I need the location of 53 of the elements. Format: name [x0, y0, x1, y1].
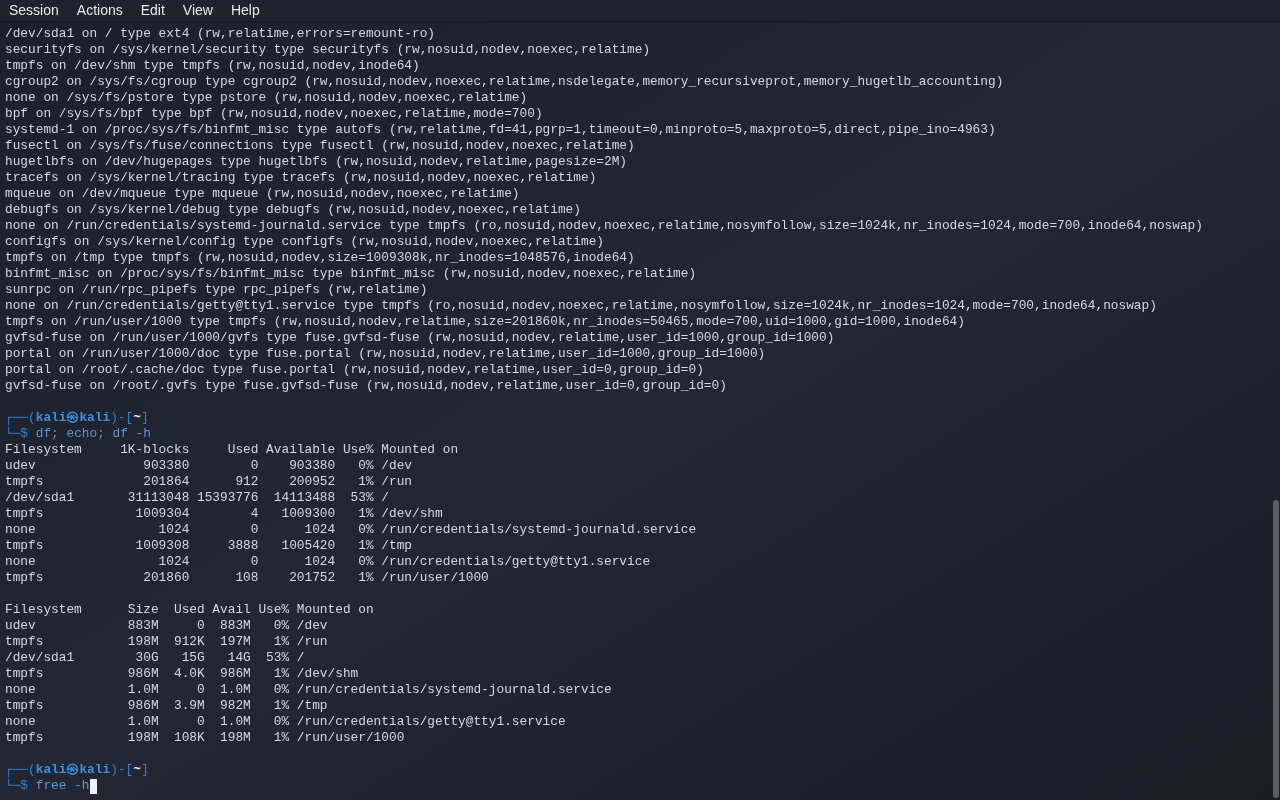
output-line: none 1024 0 1024 0% /run/credentials/getty@tty1.service	[5, 554, 651, 570]
output-line: none 1024 0 1024 0% /run/credentials/systemd-journald.service	[5, 522, 697, 538]
output-line: tmpfs 1009308 3888 1005420 1% /tmp	[5, 538, 412, 554]
output-line: sunrpc on /run/rpc_pipefs type rpc_pipefs (rw,relatime)	[5, 282, 428, 298]
command-input[interactable]: df; echo; df -h	[35, 426, 151, 442]
command-input[interactable]: free -h	[35, 778, 90, 794]
output-line: tmpfs 198M 108K 198M 1% /run/user/1000	[5, 730, 405, 746]
output-line: debugfs on /sys/kernel/debug type debugfs (rw,nosuid,nodev,noexec,relatime)	[5, 202, 581, 218]
output-line: tmpfs 198M 912K 197M 1% /run	[5, 634, 328, 650]
output-line: cgroup2 on /sys/fs/cgroup type cgroup2 (rw,nosuid,nodev,noexec,relatime,nsdelegate,memory_recursiveprot,memory_hugetlb_accounting)	[5, 74, 1004, 90]
output-line: tmpfs 986M 3.9M 982M 1% /tmp	[5, 698, 328, 714]
output-line: none on /sys/fs/pstore type pstore (rw,nosuid,nodev,noexec,relatime)	[5, 90, 528, 106]
output-line: bpf on /sys/fs/bpf type bpf (rw,nosuid,nodev,noexec,relatime,mode=700)	[5, 106, 543, 122]
output-line: gvfsd-fuse on /run/user/1000/gvfs type fuse.gvfsd-fuse (rw,nosuid,nodev,relatime,user_id=1000,group_id=1000)	[5, 330, 835, 346]
output-line: Filesystem 1K-blocks Used Available Use% Mounted on	[5, 442, 459, 458]
output-line: tmpfs on /tmp type tmpfs (rw,nosuid,nodev,size=1009308k,nr_inodes=1048576,inode64)	[5, 250, 635, 266]
prompt-line: ┌──(kali㉿kali)-[~]	[5, 410, 149, 426]
menu-item[interactable]: View	[182, 0, 213, 21]
output-line: tmpfs 201860 108 201752 1% /run/user/1000	[5, 570, 489, 586]
output-line: systemd-1 on /proc/sys/fs/binfmt_misc type autofs (rw,relatime,fd=41,pgrp=1,timeout=0,minproto=5,maxproto=5,direct,pipe_ino=4963)	[5, 122, 996, 138]
output-line: fusectl on /sys/fs/fuse/connections type fusectl (rw,nosuid,nodev,noexec,relatime)	[5, 138, 635, 154]
output-line: none 1.0M 0 1.0M 0% /run/credentials/getty@tty1.service	[5, 714, 566, 730]
output-line: portal on /root/.cache/doc type fuse.portal (rw,nosuid,nodev,relatime,user_id=0,group_id=0)	[5, 362, 704, 378]
output-line: tmpfs 986M 4.0K 986M 1% /dev/shm	[5, 666, 359, 682]
menu-item[interactable]: Session	[9, 0, 59, 21]
output-line: tmpfs 201864 912 200952 1% /run	[5, 474, 412, 490]
output-line: tmpfs 1009304 4 1009300 1% /dev/shm	[5, 506, 443, 522]
output-line: udev 883M 0 883M 0% /dev	[5, 618, 328, 634]
output-line: securityfs on /sys/kernel/security type securityfs (rw,nosuid,nodev,noexec,relatime)	[5, 42, 651, 58]
output-line: mqueue on /dev/mqueue type mqueue (rw,nosuid,nodev,noexec,relatime)	[5, 186, 520, 202]
scrollbar[interactable]	[1273, 500, 1279, 798]
output-line: tracefs on /sys/kernel/tracing type tracefs (rw,nosuid,nodev,noexec,relatime)	[5, 170, 597, 186]
output-line: udev 903380 0 903380 0% /dev	[5, 458, 412, 474]
output-line: none on /run/credentials/systemd-journald.service type tmpfs (ro,nosuid,nodev,noexec,relatime,nosymfollow,size=1024k,nr_inodes=1024,mode=700,inode64,noswap)	[5, 218, 1203, 234]
output-line: none 1.0M 0 1.0M 0% /run/credentials/systemd-journald.service	[5, 682, 612, 698]
output-line: hugetlbfs on /dev/hugepages type hugetlbfs (rw,nosuid,nodev,relatime,pagesize=2M)	[5, 154, 628, 170]
output-line: /dev/sda1 31113048 15393776 14113488 53% /	[5, 490, 389, 506]
output-line: gvfsd-fuse on /root/.gvfs type fuse.gvfsd-fuse (rw,nosuid,nodev,relatime,user_id=0,group_id=0)	[5, 378, 727, 394]
output-line: /dev/sda1 on / type ext4 (rw,relatime,errors=remount-ro)	[5, 26, 436, 42]
output-line: binfmt_misc on /proc/sys/fs/binfmt_misc type binfmt_misc (rw,nosuid,nodev,noexec,relatime)	[5, 266, 697, 282]
output-line: tmpfs on /run/user/1000 type tmpfs (rw,nosuid,nodev,relatime,size=201860k,nr_inodes=50465,mode=700,uid=1000,gid=1000,inode64)	[5, 314, 965, 330]
output-line: /dev/sda1 30G 15G 14G 53% /	[5, 650, 305, 666]
output-line: Filesystem Size Used Avail Use% Mounted on	[5, 602, 374, 618]
prompt-symbol: └─$	[5, 778, 29, 794]
menu-item[interactable]: Help	[230, 0, 260, 21]
output-line: portal on /run/user/1000/doc type fuse.portal (rw,nosuid,nodev,relatime,user_id=1000,group_id=1000)	[5, 346, 766, 362]
menu-item[interactable]: Edit	[140, 0, 165, 21]
prompt-symbol: └─$	[5, 426, 29, 442]
prompt-line: ┌──(kali㉿kali)-[~]	[5, 762, 149, 778]
menu-item[interactable]: Actions	[76, 0, 123, 21]
output-line: configfs on /sys/kernel/config type configfs (rw,nosuid,nodev,noexec,relatime)	[5, 234, 604, 250]
output-line: none on /run/credentials/getty@tty1.service type tmpfs (ro,nosuid,nodev,noexec,relatime,nosymfollow,size=1024k,nr_inodes=1024,mode=700,inode64,noswap)	[5, 298, 1157, 314]
output-line: tmpfs on /dev/shm type tmpfs (rw,nosuid,nodev,inode64)	[5, 58, 420, 74]
